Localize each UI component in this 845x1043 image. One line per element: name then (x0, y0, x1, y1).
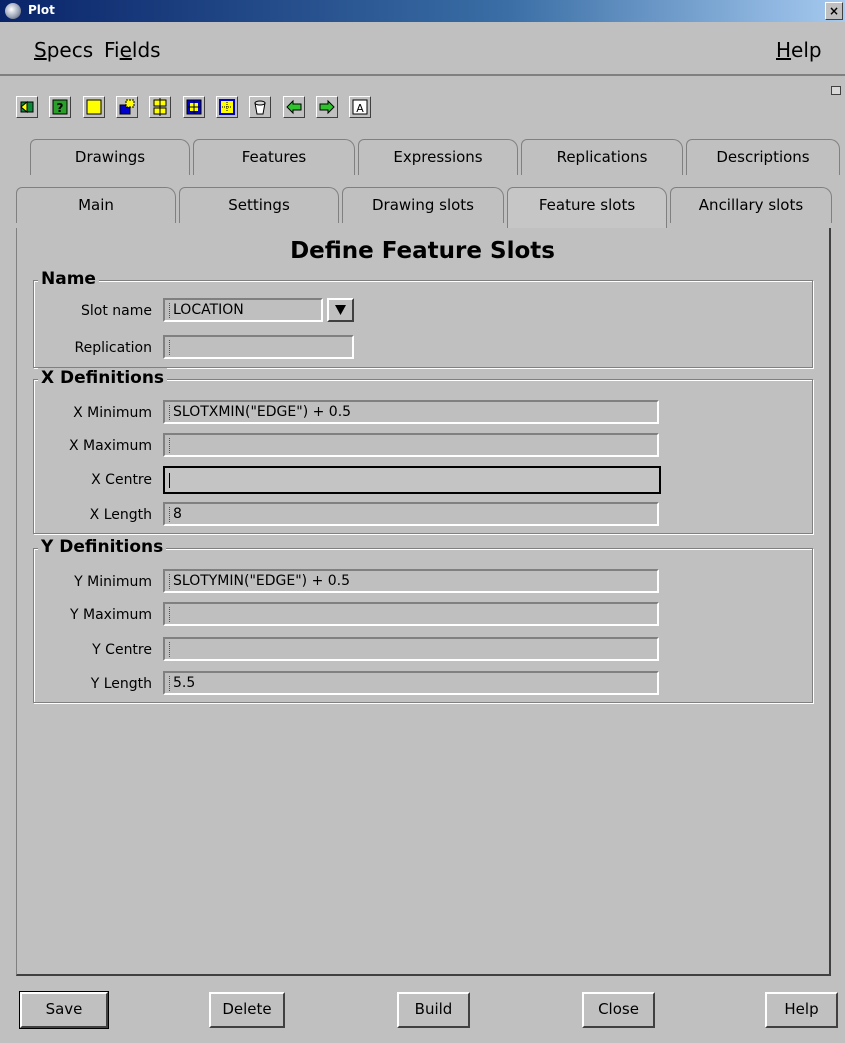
text-caret-icon (169, 438, 175, 453)
slot-icon (119, 99, 135, 115)
delete-button[interactable]: Delete (209, 992, 285, 1028)
tab-features[interactable]: Features (193, 139, 355, 175)
text-caret-icon (169, 303, 175, 318)
build-button[interactable]: Build (397, 992, 470, 1028)
help-button-bottom[interactable]: Help (765, 992, 838, 1028)
bucket-button[interactable] (249, 96, 271, 118)
tab-replications[interactable]: Replications (521, 139, 683, 175)
slot-name-dropdown-button[interactable] (327, 298, 354, 322)
text-caret-icon (169, 507, 175, 522)
slot-name-label: Slot name (81, 303, 152, 319)
replication-field[interactable] (163, 335, 354, 359)
text-caret-icon (169, 574, 175, 589)
slot-button[interactable] (116, 96, 138, 118)
text-caret-icon (169, 405, 175, 420)
help-question-icon: ? (52, 99, 68, 115)
close-button[interactable]: Close (582, 992, 655, 1028)
next-button[interactable] (316, 96, 338, 118)
x-centre-label: X Centre (91, 472, 152, 488)
x-length-field[interactable]: 8 (163, 502, 659, 526)
save-button[interactable]: Save (19, 991, 109, 1029)
tab-settings[interactable]: Settings (179, 187, 339, 223)
bucket-icon (254, 100, 266, 115)
text-caret-icon (169, 340, 175, 355)
tab-drawing-slots[interactable]: Drawing slots (342, 187, 504, 223)
yellow-box-icon (86, 99, 102, 115)
x-minimum-label: X Minimum (73, 405, 152, 421)
tab-ancillary-slots[interactable]: Ancillary slots (670, 187, 832, 223)
x-definitions-title: X Definitions (38, 368, 168, 388)
y-definitions-title: Y Definitions (38, 537, 167, 557)
x-minimum-field[interactable]: SLOTXMIN("EDGE") + 0.5 (163, 400, 659, 424)
app-globe-icon (5, 3, 21, 19)
arrow-left-icon (286, 99, 302, 115)
text-caret-icon (169, 607, 175, 622)
y-length-label: Y Length (90, 676, 152, 692)
text-button[interactable]: A (349, 96, 371, 118)
text-icon: A (352, 99, 368, 115)
y-centre-field[interactable] (163, 637, 659, 661)
toolbar: ? A (0, 76, 845, 122)
window-title: Plot (28, 3, 55, 17)
slot-name-field[interactable]: LOCATION (163, 298, 323, 322)
grid-button[interactable] (216, 96, 238, 118)
menu-fields[interactable]: Fields (104, 38, 161, 62)
y-length-field[interactable]: 5.5 (163, 671, 659, 695)
replication-label: Replication (74, 340, 152, 356)
y-maximum-label: Y Maximum (70, 607, 152, 623)
x-length-label: X Length (89, 507, 152, 523)
window-close-button[interactable]: × (825, 2, 843, 20)
page-title: Define Feature Slots (290, 238, 555, 264)
y-maximum-field[interactable] (163, 602, 659, 626)
tab-expressions[interactable]: Expressions (358, 139, 518, 175)
tab-descriptions[interactable]: Descriptions (686, 139, 840, 175)
y-minimum-label: Y Minimum (74, 574, 152, 590)
move-icon (186, 99, 202, 115)
svg-text:?: ? (57, 101, 64, 115)
y-centre-label: Y Centre (92, 642, 152, 658)
arrow-right-icon (319, 99, 335, 115)
svg-text:A: A (356, 102, 364, 115)
move-button[interactable] (183, 96, 205, 118)
tab-feature-slots[interactable]: Feature slots (507, 187, 667, 229)
previous-button[interactable] (283, 96, 305, 118)
menu-specs[interactable]: Specs (34, 38, 93, 62)
text-caret-icon (169, 473, 175, 488)
new-box-button[interactable] (83, 96, 105, 118)
triangle-down-icon (335, 305, 346, 315)
y-minimum-field[interactable]: SLOTYMIN("EDGE") + 0.5 (163, 569, 659, 593)
text-caret-icon (169, 642, 175, 657)
name-group-title: Name (38, 269, 99, 289)
tab-main[interactable]: Main (16, 187, 176, 223)
x-centre-field[interactable] (163, 466, 661, 494)
menu-bar: Specs Fields Help (0, 22, 845, 76)
form-back-button[interactable] (16, 96, 38, 118)
title-bar: Plot × (0, 0, 845, 22)
help-button[interactable]: ? (49, 96, 71, 118)
form-back-icon (20, 100, 34, 114)
grid-icon (219, 99, 235, 115)
text-caret-icon (169, 676, 175, 691)
x-maximum-field[interactable] (163, 433, 659, 457)
align-button[interactable] (149, 96, 171, 118)
x-maximum-label: X Maximum (68, 438, 152, 454)
menu-help[interactable]: Help (776, 38, 822, 62)
toolbar-detach-handle[interactable] (831, 86, 841, 95)
align-icon (153, 98, 167, 116)
tab-drawings[interactable]: Drawings (30, 139, 190, 175)
